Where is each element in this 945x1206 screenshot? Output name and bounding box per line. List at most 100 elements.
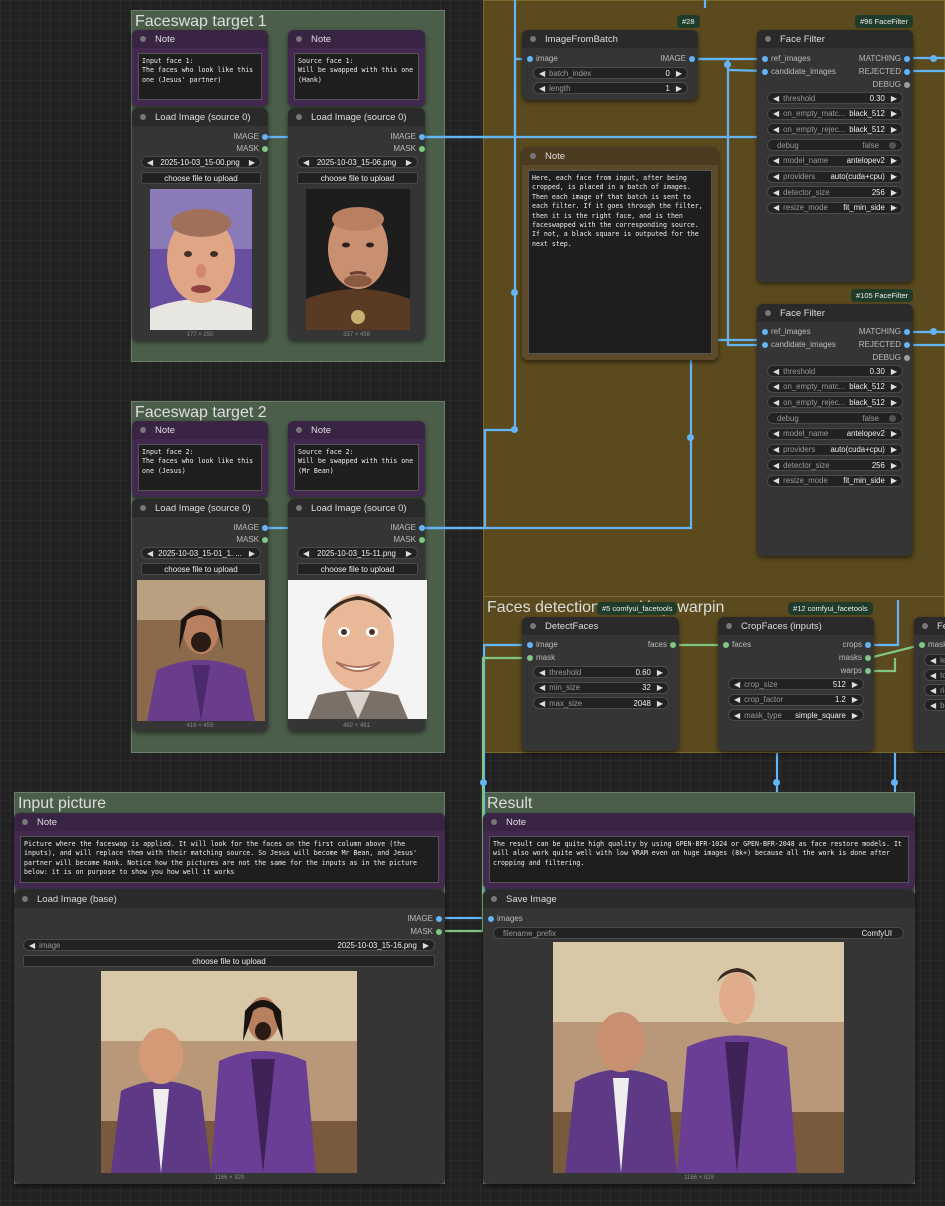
arrow-right-icon[interactable]: ▶ [891, 382, 897, 391]
threshold-widget[interactable]: ◀ threshold 0.30 ▶ [767, 365, 903, 377]
arrow-left-icon[interactable]: ◀ [734, 695, 740, 704]
filename-prefix-widget[interactable]: filename_prefix ComfyUI [493, 927, 904, 939]
save-image-node[interactable]: Save Image images filename_prefix ComfyUI… [483, 890, 915, 1184]
on-empty-matc-widget[interactable]: ◀ on_empty_matc... black_512 ▶ [767, 107, 903, 120]
output-dot-icon[interactable] [419, 146, 425, 152]
output-dot-icon[interactable] [419, 525, 425, 531]
face-filter-node[interactable]: Face Filter ref_images candidate_images … [757, 304, 913, 556]
load-image-node[interactable]: Load Image (source 0) IMAGE MASK ◀ 2025-1… [132, 499, 268, 731]
reroute-node[interactable] [511, 289, 518, 296]
note-node[interactable]: Note Input face 1: The faces who look li… [132, 30, 268, 106]
arrow-right-icon[interactable]: ▶ [891, 398, 897, 407]
image-file-combo[interactable]: ◀ 2025-10-03_15-01_1. ... ▶ [141, 547, 261, 559]
image-file-combo[interactable]: ◀ 2025-10-03_15-00.png ▶ [141, 156, 261, 168]
output-mask[interactable]: MASK [345, 534, 425, 546]
partial-widget[interactable]: ◀ bo [924, 699, 945, 711]
arrow-right-icon[interactable]: ▶ [852, 695, 858, 704]
arrow-right-icon[interactable]: ▶ [852, 711, 858, 720]
partial-widget[interactable]: ◀ rig [924, 684, 945, 696]
collapse-dot-icon[interactable] [140, 114, 146, 120]
output-mask[interactable]: MASK [188, 534, 268, 546]
output-rejected[interactable]: REJECTED [840, 66, 910, 78]
crop-size-widget[interactable]: ◀ crop_size 512 ▶ [728, 678, 864, 690]
arrow-right-icon[interactable]: ▶ [891, 203, 897, 212]
reroute-node[interactable] [891, 779, 898, 786]
collapse-dot-icon[interactable] [726, 623, 732, 629]
detector-size-widget[interactable]: ◀ detector_size 256 ▶ [767, 186, 903, 199]
arrow-right-icon[interactable]: ▶ [891, 367, 897, 376]
image-file-combo[interactable]: ◀ 2025-10-03_15-06.png ▶ [297, 156, 418, 168]
reroute-node[interactable] [930, 55, 937, 62]
collapse-dot-icon[interactable] [22, 819, 28, 825]
reroute-node[interactable] [511, 426, 518, 433]
output-dot-icon[interactable] [436, 929, 442, 935]
input-image[interactable]: image [527, 53, 558, 65]
arrow-left-icon[interactable]: ◀ [773, 398, 779, 407]
collapse-dot-icon[interactable] [765, 36, 771, 42]
input-candidate-images[interactable]: candidate_images [762, 66, 836, 78]
model-name-widget[interactable]: ◀ model_name antelopev2 ▶ [767, 427, 903, 440]
arrow-left-icon[interactable]: ◀ [773, 109, 779, 118]
arrow-left-icon[interactable]: ◀ [930, 686, 936, 695]
output-image[interactable]: IMAGE [345, 522, 425, 534]
min-size-widget[interactable]: ◀ min_size 32 ▶ [533, 681, 669, 694]
output-dot-icon[interactable] [904, 69, 910, 75]
arrow-left-icon[interactable]: ◀ [773, 172, 779, 181]
collapse-dot-icon[interactable] [296, 114, 302, 120]
partial-widget[interactable]: ◀ top [924, 669, 945, 681]
arrow-right-icon[interactable]: ▶ [676, 69, 682, 78]
output-image[interactable]: IMAGE [615, 53, 695, 65]
output-image[interactable]: IMAGE [362, 913, 442, 925]
model-name-widget[interactable]: ◀ model_name antelopev2 ▶ [767, 154, 903, 167]
load-image-node[interactable]: Load Image (source 0) IMAGE MASK ◀ 2025-1… [132, 108, 268, 340]
arrow-left-icon[interactable]: ◀ [773, 203, 779, 212]
arrow-right-icon[interactable]: ▶ [249, 158, 255, 167]
arrow-right-icon[interactable]: ▶ [891, 476, 897, 485]
output-image[interactable]: IMAGE [188, 131, 268, 143]
collapse-dot-icon[interactable] [530, 153, 536, 159]
arrow-left-icon[interactable]: ◀ [734, 711, 740, 720]
debug-widget[interactable]: debug false [767, 412, 903, 425]
arrow-left-icon[interactable]: ◀ [773, 188, 779, 197]
crop-factor-widget[interactable]: ◀ crop_factor 1.2 ▶ [728, 693, 864, 706]
arrow-right-icon[interactable]: ▶ [891, 172, 897, 181]
arrow-right-icon[interactable]: ▶ [891, 188, 897, 197]
input-mask[interactable]: mask [527, 652, 555, 664]
note-text[interactable]: Source face 2: Will be swapped with this… [294, 444, 419, 491]
detect-faces-node[interactable]: DetectFaces image mask faces ◀ threshold 0… [522, 617, 679, 751]
output-mask[interactable]: MASK [188, 143, 268, 155]
output-warps[interactable]: warps [811, 665, 871, 677]
collapse-dot-icon[interactable] [530, 36, 536, 42]
output-dot-icon[interactable] [904, 56, 910, 62]
arrow-right-icon[interactable]: ▶ [406, 549, 412, 558]
load-image-node[interactable]: Load Image (source 0) IMAGE MASK ◀ 2025-1… [288, 108, 425, 340]
output-rejected[interactable]: REJECTED [840, 339, 910, 351]
arrow-right-icon[interactable]: ▶ [249, 549, 255, 558]
max-size-widget[interactable]: ◀ max_size 2048 ▶ [533, 697, 669, 710]
arrow-right-icon[interactable]: ▶ [657, 699, 663, 708]
reroute-node[interactable] [724, 61, 731, 68]
note-node[interactable]: Note Input face 2: The faces who look li… [132, 421, 268, 497]
upload-button[interactable]: choose file to upload [141, 172, 261, 184]
output-dot-icon[interactable] [436, 916, 442, 922]
arrow-left-icon[interactable]: ◀ [147, 158, 153, 167]
output-masks[interactable]: masks [811, 652, 871, 664]
output-dot-icon[interactable] [904, 355, 910, 361]
output-dot-icon[interactable] [904, 82, 910, 88]
arrow-right-icon[interactable]: ▶ [891, 156, 897, 165]
toggle-knob-icon[interactable] [889, 414, 896, 422]
batch-index-widget[interactable]: ◀ batch_index 0 ▶ [533, 67, 688, 79]
reroute-node[interactable] [480, 779, 487, 786]
reroute-node[interactable] [773, 779, 780, 786]
output-dot-icon[interactable] [904, 342, 910, 348]
collapse-dot-icon[interactable] [491, 896, 497, 902]
arrow-right-icon[interactable]: ▶ [891, 94, 897, 103]
input-dot-icon[interactable] [527, 56, 533, 62]
arrow-right-icon[interactable]: ▶ [406, 158, 412, 167]
toggle-knob-icon[interactable] [889, 141, 896, 149]
length-widget[interactable]: ◀ length 1 ▶ [533, 82, 688, 94]
arrow-left-icon[interactable]: ◀ [773, 367, 779, 376]
collapse-dot-icon[interactable] [530, 623, 536, 629]
output-debug[interactable]: DEBUG [840, 79, 910, 91]
output-dot-icon[interactable] [670, 642, 676, 648]
